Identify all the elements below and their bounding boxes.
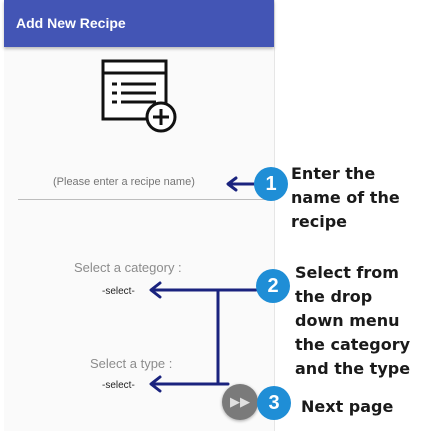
callout-text-3: Next page <box>301 397 394 416</box>
callout-badge-2: 2 <box>256 269 290 303</box>
callout-text-1: Enter the name of the recipe <box>291 164 400 231</box>
category-label: Select a category : <box>74 260 182 275</box>
category-dropdown[interactable]: -select- <box>102 286 135 297</box>
recipe-list-add-icon <box>101 59 177 133</box>
fast-forward-icon: ▶▶ <box>230 394 250 409</box>
callout-text-2: Select from the drop down menu the categ… <box>295 263 411 378</box>
recipe-name-input[interactable]: (Please enter a recipe name) <box>53 176 195 188</box>
callout-badge-3: 3 <box>257 386 291 420</box>
next-page-button[interactable]: ▶▶ <box>222 384 258 420</box>
recipe-name-underline <box>18 199 266 200</box>
app-bar: Add New Recipe <box>4 0 274 47</box>
page-title: Add New Recipe <box>16 15 126 31</box>
callout-badge-1: 1 <box>254 167 288 201</box>
type-label: Select a type : <box>90 356 173 371</box>
type-dropdown[interactable]: -select- <box>102 380 135 391</box>
